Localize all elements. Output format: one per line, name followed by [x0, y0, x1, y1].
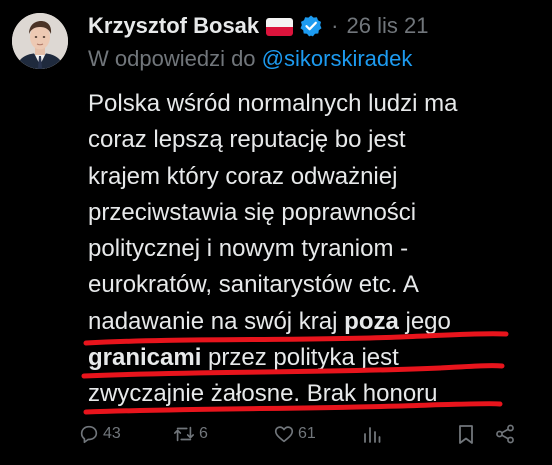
tweet-line: coraz lepszą reputację bo jest	[88, 126, 406, 154]
author-name[interactable]: Krzysztof Bosak	[88, 13, 259, 39]
tweet-text: Polska wśród normalnych ludzi ma coraz l…	[88, 86, 457, 413]
tweet-line: przeciwstawia się poprawności	[88, 198, 417, 226]
repost-button[interactable]: 6	[172, 423, 208, 445]
tweet-bold-word: poza	[344, 307, 399, 335]
poland-flag-icon	[266, 17, 294, 36]
verified-badge-icon[interactable]	[299, 14, 323, 38]
reply-icon	[78, 423, 100, 445]
tweet-actions: 43 6 61	[78, 423, 538, 451]
tweet-line: politycznej i nowym tyraniom -	[88, 235, 409, 263]
tweet-line: granicami przez polityka jest	[88, 340, 457, 376]
tweet-header: Krzysztof Bosak · 26 lis 21	[88, 11, 428, 41]
tweet-line: nadawanie na swój kraj poza jego	[88, 304, 457, 340]
repost-icon	[172, 423, 196, 445]
views-button[interactable]	[362, 423, 382, 445]
bookmark-icon	[456, 423, 476, 445]
share-button[interactable]	[494, 423, 516, 445]
tweet-text-segment: przez polityka jest	[201, 344, 399, 372]
views-icon	[362, 423, 382, 445]
header-separator: ·	[331, 13, 339, 38]
tweet[interactable]: Krzysztof Bosak · 26 lis 21 W odpowiedzi…	[0, 0, 552, 465]
reply-handle-link[interactable]: @sikorskiradek	[262, 46, 413, 71]
bookmark-button[interactable]	[456, 423, 476, 445]
tweet-line: krajem który coraz odważniej	[88, 162, 398, 190]
repost-count: 6	[199, 425, 208, 442]
like-count: 61	[298, 425, 316, 442]
reply-count: 43	[103, 425, 121, 442]
tweet-line: Polska wśród normalnych ludzi ma	[88, 90, 458, 117]
like-icon	[273, 423, 295, 445]
share-icon	[494, 423, 516, 445]
tweet-text-segment: nadawanie na swój kraj	[88, 307, 345, 335]
tweet-bold-word: granicami	[88, 344, 202, 372]
tweet-line: eurokratów, sanitarystów etc. A	[88, 271, 419, 299]
like-button[interactable]: 61	[273, 423, 316, 445]
reply-prefix: W odpowiedzi do	[88, 46, 256, 71]
tweet-date[interactable]: 26 lis 21	[346, 13, 428, 39]
reply-context: W odpowiedzi do @sikorskiradek	[88, 46, 412, 72]
tweet-line: zwyczajnie żałosne. Brak honoru	[88, 380, 438, 408]
tweet-text-segment: jego	[398, 307, 451, 335]
reply-button[interactable]: 43	[78, 423, 121, 445]
avatar[interactable]	[12, 13, 68, 69]
